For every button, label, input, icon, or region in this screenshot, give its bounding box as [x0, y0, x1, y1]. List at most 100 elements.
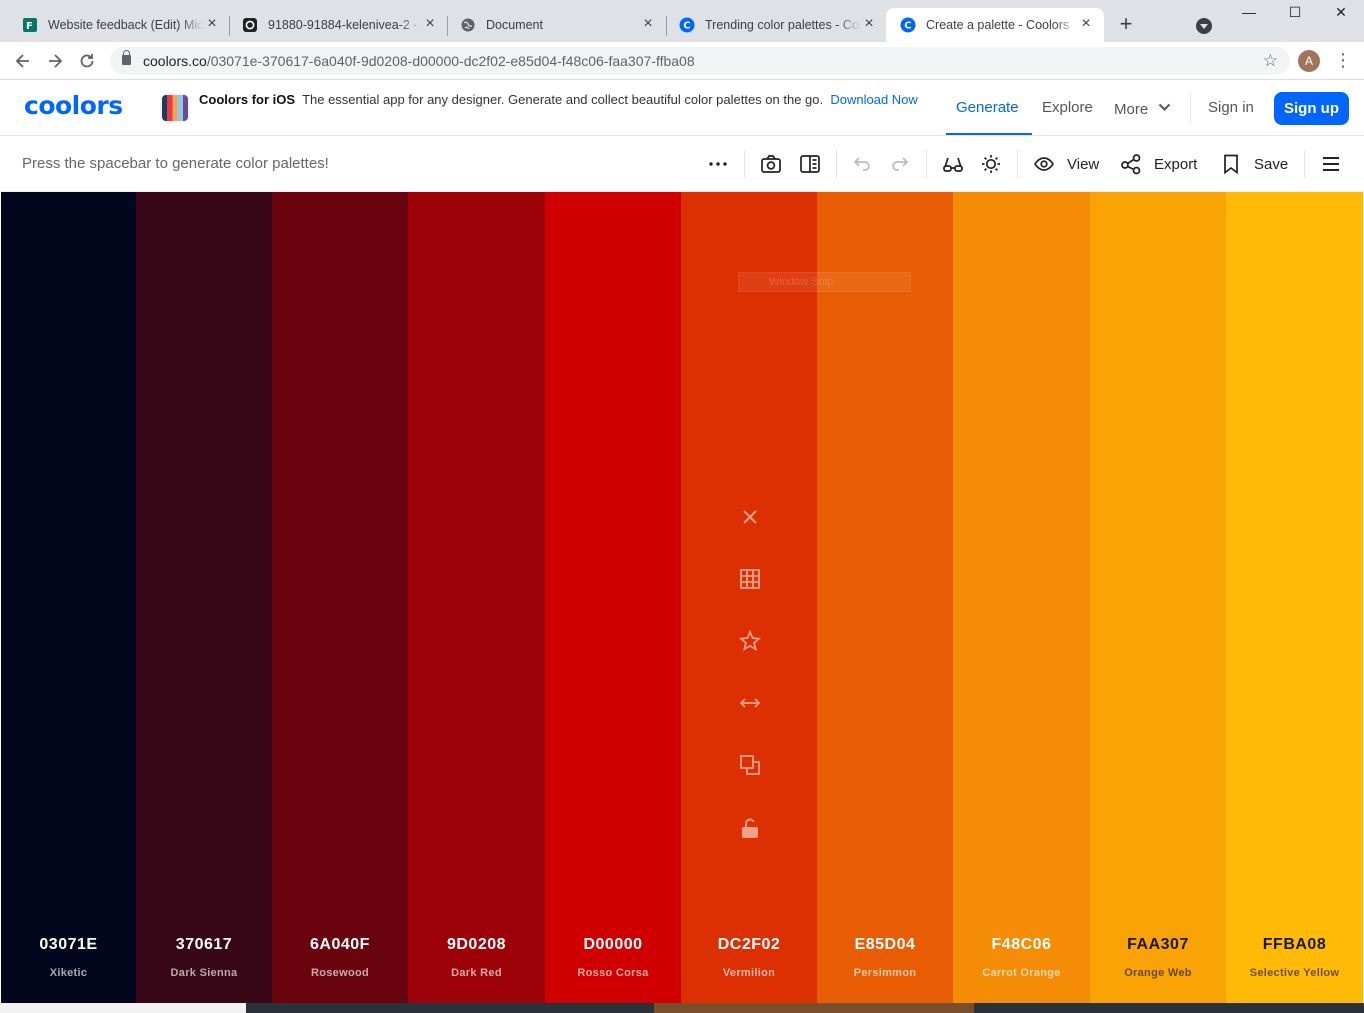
swatch-color-name[interactable]: Rosso Corsa [545, 967, 681, 979]
browser-tab[interactable]: F Website feedback (Edit) Micro × [8, 8, 230, 42]
browser-tab[interactable]: C Trending color palettes - Coo × [665, 8, 887, 42]
swatch-hex-code[interactable]: DC2F02 [681, 936, 817, 954]
browser-tab-active[interactable]: C Create a palette - Coolors × [886, 8, 1104, 42]
forward-icon[interactable] [45, 51, 65, 71]
camera-icon [242, 17, 258, 33]
hamburger-icon [1320, 153, 1342, 175]
swatch-color-name[interactable]: Selective Yellow [1226, 967, 1363, 979]
swatch-color-name[interactable]: Persimmon [817, 967, 953, 979]
swatch-hex-code[interactable]: FAA307 [1090, 936, 1226, 954]
nav-generate[interactable]: Generate [956, 99, 1019, 116]
browser-tab[interactable]: 91880-91884-kelenivea-2 - Re × [228, 8, 448, 42]
toolbar-divider [926, 150, 927, 178]
camera-button[interactable] [760, 152, 782, 176]
color-swatch[interactable]: F48C06 Carrot Orange [953, 192, 1090, 1003]
eye-icon [1033, 153, 1055, 175]
color-swatch[interactable]: 6A040F Rosewood [272, 192, 408, 1003]
swatch-hex-code[interactable]: E85D04 [817, 936, 953, 954]
swatch-hex-code[interactable]: D00000 [545, 936, 681, 954]
color-swatch[interactable]: FFBA08 Selective Yellow [1226, 192, 1363, 1003]
profile-avatar[interactable]: A [1298, 50, 1320, 72]
view-button[interactable]: View [1033, 152, 1099, 176]
close-tab-icon[interactable]: × [640, 16, 656, 33]
swatch-color-name[interactable]: Rosewood [272, 967, 408, 979]
glasses-icon [942, 153, 964, 175]
color-blindness-button[interactable] [942, 152, 964, 176]
tab-title: Document [486, 18, 543, 32]
swatch-color-name[interactable]: Xiketic [1, 967, 136, 979]
swatch-hex-code[interactable]: F48C06 [953, 936, 1090, 954]
swatch-color-name[interactable]: Carrot Orange [953, 967, 1090, 979]
unlock-icon[interactable] [736, 814, 764, 842]
color-swatch[interactable]: DC2F02 Vermilion [681, 192, 817, 1003]
close-window-button[interactable]: ✕ [1318, 4, 1364, 26]
swatch-hex-code[interactable]: 370617 [136, 936, 272, 954]
nav-explore[interactable]: Explore [1042, 99, 1093, 116]
browser-tab[interactable]: Document × [446, 8, 666, 42]
color-swatch[interactable]: 370617 Dark Sienna [136, 192, 272, 1003]
drag-icon[interactable] [736, 689, 764, 717]
color-swatch[interactable]: E85D04 Persimmon [817, 192, 953, 1003]
color-swatch[interactable]: 03071E Xiketic [1, 192, 136, 1003]
new-tab-button[interactable]: + [1116, 13, 1136, 35]
swatch-color-name[interactable]: Dark Red [408, 967, 545, 979]
swatch-hex-code[interactable]: 03071E [1, 936, 136, 954]
promo-text: The essential app for any designer. Gene… [302, 92, 824, 107]
back-icon[interactable] [13, 51, 33, 71]
tab-search-icon[interactable] [1196, 18, 1212, 34]
palette-view-button[interactable] [799, 152, 821, 176]
reload-icon[interactable] [77, 51, 97, 71]
star-icon[interactable] [736, 627, 764, 655]
copy-icon[interactable] [736, 751, 764, 779]
redo-button[interactable] [889, 152, 911, 176]
ios-app-icon [160, 93, 190, 123]
export-button[interactable]: Export [1120, 152, 1197, 176]
browser-menu-icon[interactable]: ⋮ [1334, 49, 1352, 73]
taskbar-segment [654, 1003, 974, 1013]
taskbar-segment [246, 1003, 654, 1013]
minimize-button[interactable]: — [1226, 4, 1272, 26]
adjust-palette-button[interactable] [980, 152, 1002, 176]
maximize-button[interactable]: ☐ [1272, 4, 1318, 26]
window-snip-overlay: Window Snip [738, 272, 911, 292]
tab-title: Create a palette - Coolors [926, 18, 1070, 32]
menu-button[interactable] [1320, 152, 1342, 176]
color-swatch[interactable]: D00000 Rosso Corsa [545, 192, 681, 1003]
swatch-hex-code[interactable]: FFBA08 [1226, 936, 1363, 954]
swatch-hex-code[interactable]: 9D0208 [408, 936, 545, 954]
close-tab-icon[interactable]: × [204, 16, 220, 33]
close-tab-icon[interactable]: × [1078, 16, 1094, 33]
forms-icon: F [22, 17, 38, 33]
undo-button[interactable] [851, 152, 873, 176]
grid-icon[interactable] [736, 565, 764, 593]
sign-up-button[interactable]: Sign up [1274, 92, 1349, 125]
coolors-logo[interactable]: coolors [24, 91, 123, 120]
toolbar-divider [1017, 150, 1018, 178]
nav-more[interactable]: More [1114, 99, 1171, 118]
swatch-hex-code[interactable]: 6A040F [272, 936, 408, 954]
color-swatch[interactable]: 9D0208 Dark Red [408, 192, 545, 1003]
close-tab-icon[interactable]: × [861, 16, 877, 33]
swatch-color-name[interactable]: Dark Sienna [136, 967, 272, 979]
nav-more-label: More [1114, 101, 1149, 118]
save-label: Save [1254, 155, 1289, 173]
tab-title: Trending color palettes - Coo [705, 18, 861, 32]
save-button[interactable]: Save [1220, 152, 1288, 176]
bookmark-star-icon[interactable]: ☆ [1263, 51, 1278, 71]
download-link[interactable]: Download Now [830, 92, 917, 107]
share-icon [1120, 153, 1142, 175]
toolbar-divider [1304, 150, 1305, 178]
swatch-color-name[interactable]: Orange Web [1090, 967, 1226, 979]
close-icon[interactable] [736, 503, 764, 531]
svg-text:C: C [904, 21, 911, 32]
color-swatch[interactable]: FAA307 Orange Web [1090, 192, 1226, 1003]
swatch-color-name[interactable]: Vermilion [681, 967, 817, 979]
address-bar[interactable]: coolors.co/03071e-370617-6a040f-9d0208-d… [110, 47, 1290, 75]
sign-in-link[interactable]: Sign in [1208, 99, 1254, 116]
site-header: coolors Coolors for iOS The essential ap… [0, 80, 1364, 136]
lock-icon[interactable] [122, 50, 131, 65]
url-path: /03071e-370617-6a040f-9d0208-d00000-dc2f… [206, 53, 695, 69]
more-options-button[interactable] [707, 152, 729, 176]
close-tab-icon[interactable]: × [422, 16, 438, 33]
tab-title: Website feedback (Edit) Micro [48, 18, 204, 32]
